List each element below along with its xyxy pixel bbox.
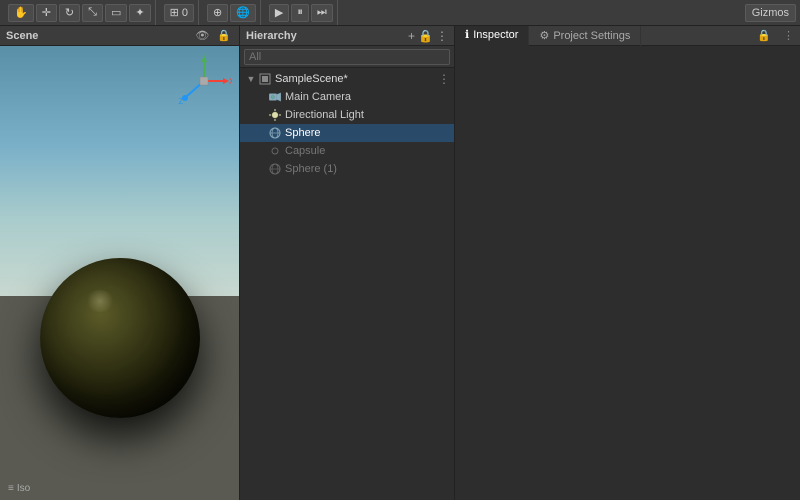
svg-text:Z: Z <box>179 97 184 106</box>
hierarchy-item-sphere[interactable]: Sphere <box>240 124 454 142</box>
hierarchy-panel: Hierarchy + 🔒 ⋮ ▼ SampleScene <box>240 26 455 500</box>
svg-text:Y: Y <box>202 54 208 59</box>
scene-more-icon[interactable]: ⋮ <box>438 72 454 86</box>
right-panel-lock-button[interactable]: 🔒 <box>751 29 777 42</box>
right-panels: ℹ Inspector ⚙ Project Settings 🔒 ⋮ <box>455 26 800 500</box>
tab-inspector[interactable]: ℹ Inspector <box>455 26 529 46</box>
gear-icon: ⚙ <box>539 29 549 42</box>
hierarchy-title: Hierarchy <box>246 30 297 42</box>
directional-light-label: Directional Light <box>285 109 364 121</box>
pause-button[interactable]: ⏸ <box>291 4 309 22</box>
rotate-tool-button[interactable]: ↻ <box>59 4 80 22</box>
hierarchy-item-directional-light[interactable]: Directional Light <box>240 106 454 124</box>
right-panel-more-button[interactable]: ⋮ <box>777 29 800 42</box>
gizmo-widget[interactable]: Y X Z <box>177 54 232 109</box>
scene-view: Scene 👁 🔒 <box>0 26 240 500</box>
scene-canvas[interactable]: Y X Z ≡ Iso <box>0 46 240 500</box>
global-button[interactable]: 🌐 <box>230 4 256 22</box>
sphere-label: Sphere <box>285 127 320 139</box>
scene-root-item[interactable]: ▼ SampleScene* ⋮ <box>240 70 454 88</box>
tab-project-settings[interactable]: ⚙ Project Settings <box>529 26 641 46</box>
scene-header-right: 👁 🔒 <box>193 29 233 42</box>
toolbar-group-layers: ⊞ 0 <box>160 0 199 25</box>
hierarchy-item-sphere-1[interactable]: Sphere (1) <box>240 160 454 178</box>
inspector-icon: ℹ <box>465 28 469 41</box>
hierarchy-tree: ▼ SampleScene* ⋮ <box>240 68 454 500</box>
toolbar-group-transform: ✋ ✛ ↻ ⤡ ▭ ✦ <box>4 0 156 25</box>
play-button[interactable]: ▶ <box>269 4 289 22</box>
hierarchy-search-bar <box>240 46 454 68</box>
scene-tab-label: Scene <box>6 30 38 42</box>
pivot-button[interactable]: ⊕ <box>207 4 228 22</box>
hand-tool-button[interactable]: ✋ <box>8 4 34 22</box>
light-icon <box>268 108 282 122</box>
hierarchy-add-button[interactable]: + <box>408 29 415 43</box>
sphere-object <box>40 258 200 418</box>
hierarchy-item-main-camera[interactable]: Main Camera <box>240 88 454 106</box>
top-toolbar: ✋ ✛ ↻ ⤡ ▭ ✦ ⊞ 0 ⊕ 🌐 ▶ ⏸ ⏭ Gizmos <box>0 0 800 26</box>
camera-icon <box>268 90 282 104</box>
scene-name-label: SampleScene* <box>275 73 348 85</box>
sphere1-mesh-icon <box>268 162 282 176</box>
step-button[interactable]: ⏭ <box>311 4 333 22</box>
hierarchy-header-actions: + 🔒 ⋮ <box>408 29 448 43</box>
hierarchy-more-button[interactable]: ⋮ <box>436 29 448 43</box>
hierarchy-header: Hierarchy + 🔒 ⋮ <box>240 26 454 46</box>
layers-button[interactable]: ⊞ 0 <box>164 4 194 22</box>
hierarchy-item-capsule[interactable]: Capsule <box>240 142 454 160</box>
scene-header-left: Scene <box>6 30 38 42</box>
sphere-highlight <box>85 290 115 312</box>
sphere-mesh-icon <box>268 126 282 140</box>
inspector-tab-label: Inspector <box>473 29 518 41</box>
sphere1-label: Sphere (1) <box>285 163 337 175</box>
main-camera-label: Main Camera <box>285 91 351 103</box>
right-tabs-header: ℹ Inspector ⚙ Project Settings 🔒 ⋮ <box>455 26 800 46</box>
hierarchy-search-input[interactable] <box>244 49 450 65</box>
capsule-label: Capsule <box>285 145 325 157</box>
hierarchy-header-left: Hierarchy <box>246 30 297 42</box>
main-area: Scene 👁 🔒 <box>0 26 800 500</box>
scene-arrow-icon: ▼ <box>244 74 258 84</box>
multi-tool-button[interactable]: ✦ <box>129 4 150 22</box>
hierarchy-lock-button[interactable]: 🔒 <box>418 29 433 43</box>
svg-text:X: X <box>229 77 232 86</box>
scene-header: Scene 👁 🔒 <box>0 26 239 46</box>
project-settings-tab-label: Project Settings <box>553 30 630 42</box>
scene-icon <box>258 72 272 86</box>
capsule-mesh-icon <box>268 144 282 158</box>
gizmos-button[interactable]: Gizmos <box>745 4 796 22</box>
iso-label: ≡ Iso <box>8 483 30 494</box>
right-panel-content <box>455 46 800 500</box>
toolbar-group-play: ▶ ⏸ ⏭ <box>265 0 338 25</box>
scene-lock-button[interactable]: 🔒 <box>215 29 233 42</box>
toolbar-group-pivot: ⊕ 🌐 <box>203 0 261 25</box>
scene-eye-button[interactable]: 👁 <box>193 29 211 42</box>
move-tool-button[interactable]: ✛ <box>36 4 57 22</box>
scale-tool-button[interactable]: ⤡ <box>82 4 103 22</box>
rect-tool-button[interactable]: ▭ <box>105 4 127 22</box>
